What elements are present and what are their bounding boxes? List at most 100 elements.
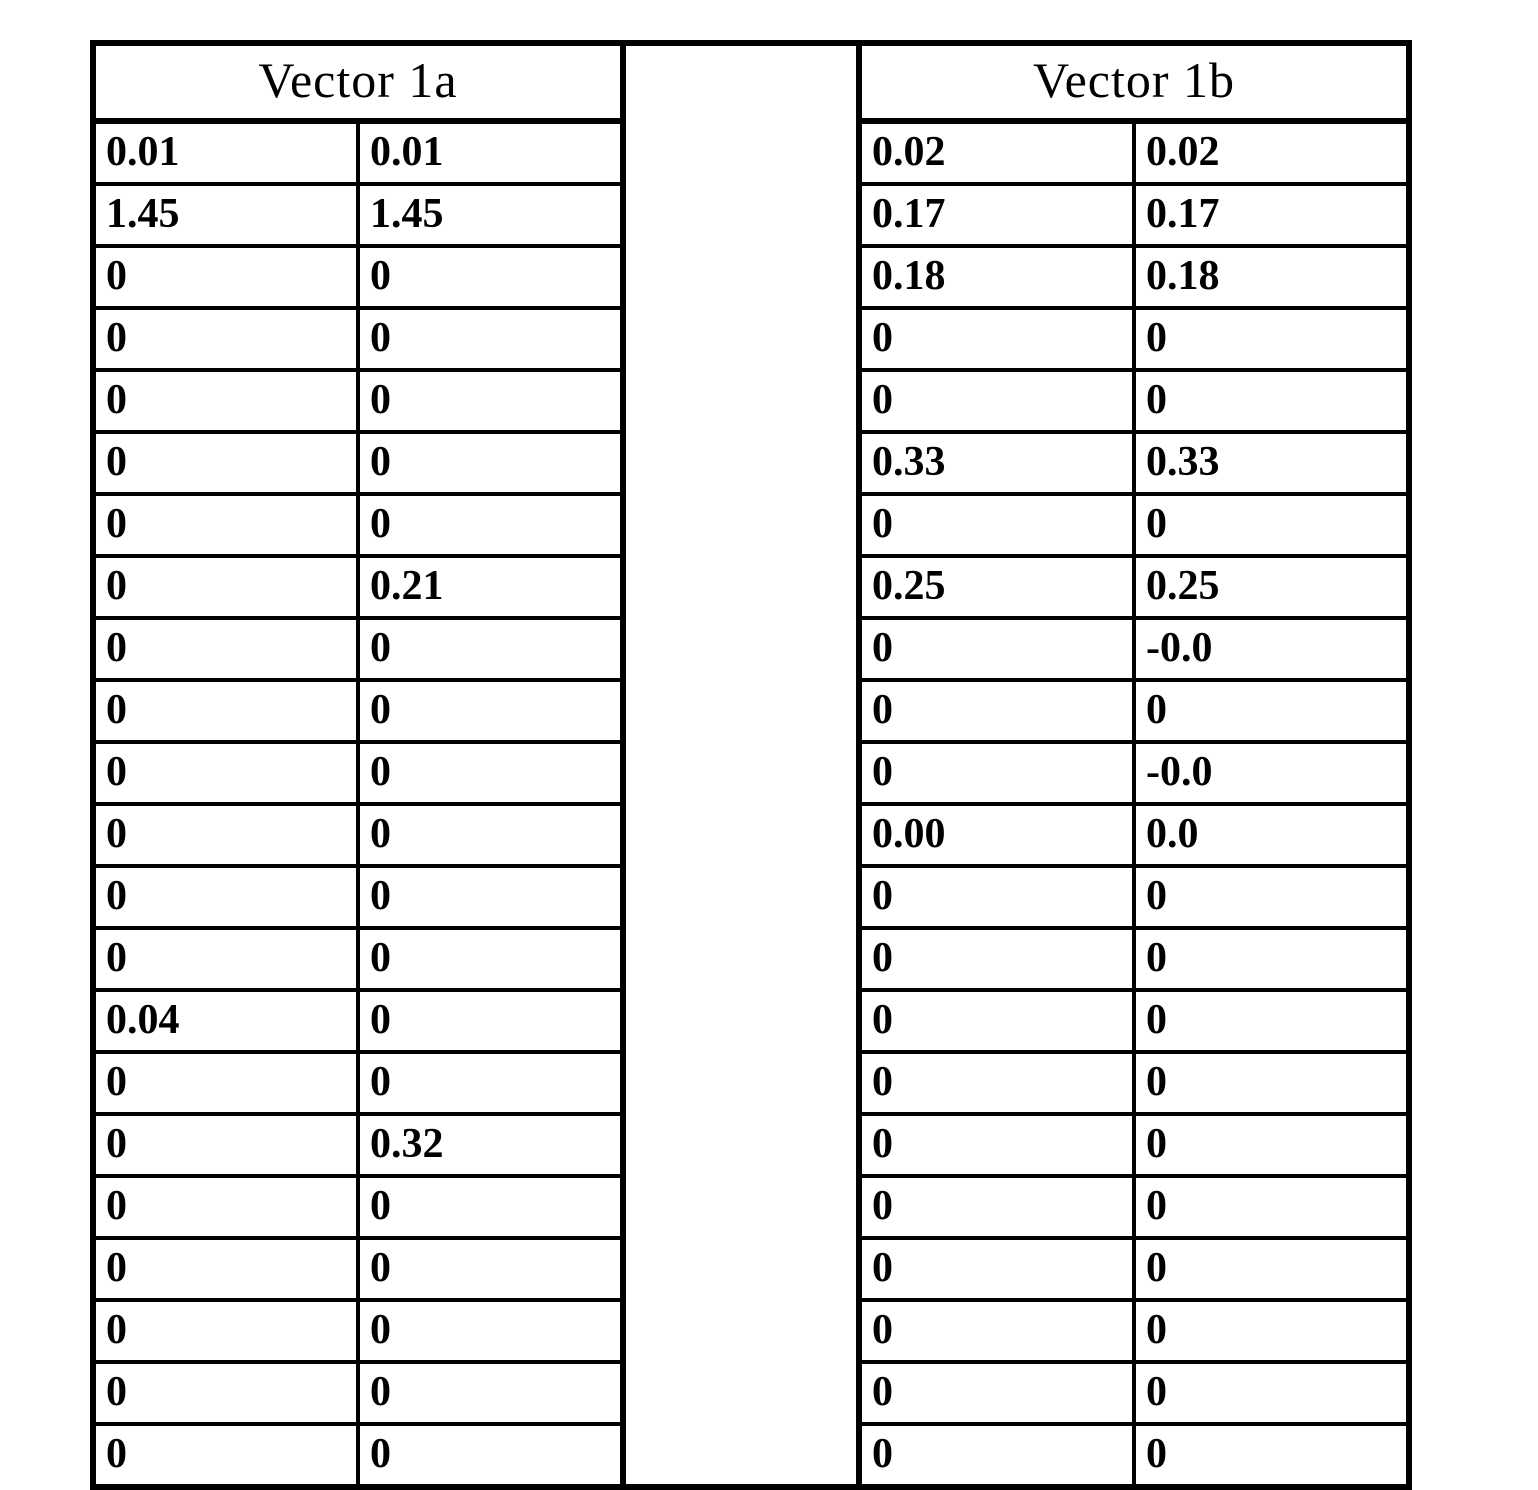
table-row: 00	[96, 742, 620, 804]
vector-1a-cell: Vector 1a 0.010.01 1.451.45 00 00 00 00 …	[93, 43, 623, 1487]
cell: 0	[1134, 1300, 1406, 1362]
cell: 0	[358, 308, 620, 370]
cell: 0	[862, 1114, 1134, 1176]
table-row: 0.250.25	[862, 556, 1406, 618]
table-row: 00	[862, 928, 1406, 990]
vector-1a-header: Vector 1a	[96, 46, 620, 121]
cell: 0	[96, 1424, 358, 1484]
cell: 0.32	[358, 1114, 620, 1176]
table-row: 00	[862, 1424, 1406, 1484]
table-row: 00	[862, 866, 1406, 928]
cell: 0	[358, 742, 620, 804]
table-row: 00	[862, 1362, 1406, 1424]
table-row: 00	[96, 618, 620, 680]
cell: 0	[1134, 928, 1406, 990]
table-row: 0.020.02	[862, 121, 1406, 184]
cell: 0	[358, 1176, 620, 1238]
table-row: 0-0.0	[862, 618, 1406, 680]
cell: 0	[862, 370, 1134, 432]
cell: 0	[96, 1362, 358, 1424]
cell: 0	[1134, 1238, 1406, 1300]
cell: 0	[358, 928, 620, 990]
cell: 0	[96, 1300, 358, 1362]
cell: 0	[96, 432, 358, 494]
table-row: 00	[96, 1052, 620, 1114]
cell: 0	[358, 246, 620, 308]
vector-1b-table: Vector 1b 0.020.02 0.170.17 0.180.18 00 …	[862, 46, 1406, 1484]
cell: 0.02	[1134, 121, 1406, 184]
cell: 0.18	[1134, 246, 1406, 308]
cell: 1.45	[358, 184, 620, 246]
cell: 0	[96, 804, 358, 866]
table-row: 00.21	[96, 556, 620, 618]
cell: 0	[96, 370, 358, 432]
table-row: 00	[862, 990, 1406, 1052]
cell: 0	[1134, 1176, 1406, 1238]
cell: 0	[1134, 308, 1406, 370]
cell: 0	[96, 556, 358, 618]
cell: 0	[96, 1238, 358, 1300]
table-row: 00	[862, 1300, 1406, 1362]
cell: 0	[358, 1362, 620, 1424]
cell: 0	[862, 618, 1134, 680]
table-row: 00	[862, 1114, 1406, 1176]
cell: 0.01	[96, 121, 358, 184]
table-row: 00	[96, 432, 620, 494]
cell: 0	[96, 1114, 358, 1176]
table-row: 00	[96, 866, 620, 928]
table-row: 00.32	[96, 1114, 620, 1176]
cell: 0	[96, 618, 358, 680]
vector-1a-table: Vector 1a 0.010.01 1.451.45 00 00 00 00 …	[96, 46, 620, 1484]
cell: 0	[862, 1176, 1134, 1238]
cell: 0	[358, 432, 620, 494]
cell: 0	[96, 1176, 358, 1238]
cell: 0	[862, 308, 1134, 370]
cell: 0	[96, 680, 358, 742]
cell: 0	[358, 1300, 620, 1362]
cell: 0.04	[96, 990, 358, 1052]
table-row: 00	[862, 1176, 1406, 1238]
cell: 0	[1134, 680, 1406, 742]
cell: 0	[862, 866, 1134, 928]
cell: -0.0	[1134, 742, 1406, 804]
cell: 0	[96, 246, 358, 308]
vector-1b-header: Vector 1b	[862, 46, 1406, 121]
outer-frame: Vector 1a 0.010.01 1.451.45 00 00 00 00 …	[90, 40, 1412, 1490]
cell: 0.18	[862, 246, 1134, 308]
cell: 0	[862, 1052, 1134, 1114]
table-row: 0.000.0	[862, 804, 1406, 866]
table-row: 00	[862, 308, 1406, 370]
cell: 0.25	[1134, 556, 1406, 618]
cell: 0	[96, 1052, 358, 1114]
cell: 0	[358, 804, 620, 866]
cell: 0	[1134, 990, 1406, 1052]
table-row: 1.451.45	[96, 184, 620, 246]
cell: 0	[96, 928, 358, 990]
cell: 0	[96, 866, 358, 928]
cell: 0.33	[862, 432, 1134, 494]
cell: 0	[1134, 370, 1406, 432]
table-row: 0.040	[96, 990, 620, 1052]
cell: 0	[358, 866, 620, 928]
cell: 0	[96, 494, 358, 556]
cell: 0	[96, 308, 358, 370]
cell: 0	[1134, 866, 1406, 928]
cell: 0	[862, 1424, 1134, 1484]
cell: 0	[358, 494, 620, 556]
table-row: 00	[96, 1238, 620, 1300]
cell: 0	[862, 1238, 1134, 1300]
cell: 0	[862, 1300, 1134, 1362]
cell: 0	[358, 680, 620, 742]
table-row: 0.330.33	[862, 432, 1406, 494]
cell: 0.17	[1134, 184, 1406, 246]
cell: 0	[358, 1424, 620, 1484]
cell: 0.17	[862, 184, 1134, 246]
table-row: 0.180.18	[862, 246, 1406, 308]
table-row: 0.170.17	[862, 184, 1406, 246]
cell: 0.02	[862, 121, 1134, 184]
cell: 0	[1134, 1424, 1406, 1484]
cell: 0	[1134, 1052, 1406, 1114]
vector-tables: Vector 1a 0.010.01 1.451.45 00 00 00 00 …	[90, 40, 1412, 1490]
cell: 0	[862, 494, 1134, 556]
gap-column	[623, 43, 859, 1487]
